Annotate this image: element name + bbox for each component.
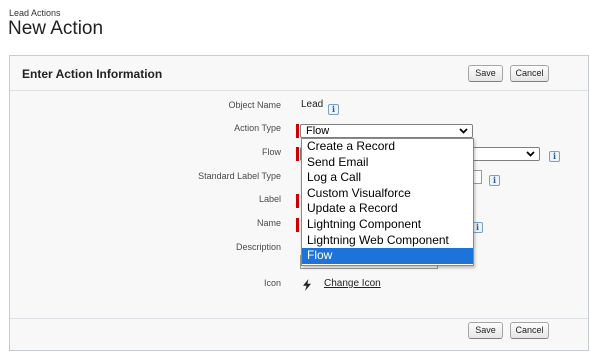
required-marker: [296, 218, 299, 232]
dropdown-option-send-email[interactable]: Send Email: [302, 155, 473, 171]
label-field-label: Label: [258, 194, 281, 204]
cancel-button-bottom[interactable]: Cancel: [510, 322, 549, 339]
breadcrumb: Lead Actions: [9, 8, 61, 18]
standard-label-type-label: Standard Label Type: [198, 171, 281, 181]
required-marker: [296, 124, 299, 138]
dropdown-option-update-record[interactable]: Update a Record: [302, 201, 473, 217]
description-label: Description: [235, 242, 281, 252]
dropdown-option-create-record[interactable]: Create a Record: [302, 139, 473, 155]
action-type-label: Action Type: [234, 123, 281, 133]
dropdown-option-log-call[interactable]: Log a Call: [302, 170, 473, 186]
name-field-label: Name: [256, 218, 281, 228]
save-button-top[interactable]: Save: [468, 65, 503, 82]
action-type-value: Flow: [306, 125, 330, 137]
dropdown-option-custom-visualforce[interactable]: Custom Visualforce: [302, 186, 473, 202]
action-type-select[interactable]: Flow: [300, 124, 473, 138]
lightning-bolt-icon: [303, 279, 311, 291]
flow-label: Flow: [261, 147, 281, 157]
chevron-down-icon: [459, 128, 468, 134]
page-title: New Action: [8, 18, 104, 39]
cancel-button-top[interactable]: Cancel: [510, 65, 549, 82]
info-icon[interactable]: i: [549, 151, 560, 162]
required-marker: [296, 194, 299, 208]
chevron-down-icon: [526, 151, 535, 157]
info-icon[interactable]: i: [328, 104, 339, 115]
footer-divider: [10, 318, 588, 319]
object-name-label: Object Name: [228, 100, 281, 110]
panel-title: Enter Action Information: [22, 67, 163, 81]
change-icon-link[interactable]: Change Icon: [324, 278, 381, 289]
save-button-bottom[interactable]: Save: [468, 322, 503, 339]
panel-header: Enter Action Information Save Cancel: [10, 56, 588, 91]
dropdown-option-lightning-web-component[interactable]: Lightning Web Component: [302, 233, 473, 249]
required-marker: [296, 147, 299, 161]
dropdown-option-flow[interactable]: Flow: [302, 248, 473, 264]
object-name-value: Lead: [301, 99, 324, 110]
action-type-dropdown[interactable]: Create a Record Send Email Log a Call Cu…: [301, 138, 474, 266]
info-icon[interactable]: i: [489, 175, 500, 186]
icon-label: Icon: [263, 278, 281, 288]
dropdown-option-lightning-component[interactable]: Lightning Component: [302, 217, 473, 233]
action-info-panel: Enter Action Information Save Cancel Sav…: [9, 55, 589, 351]
